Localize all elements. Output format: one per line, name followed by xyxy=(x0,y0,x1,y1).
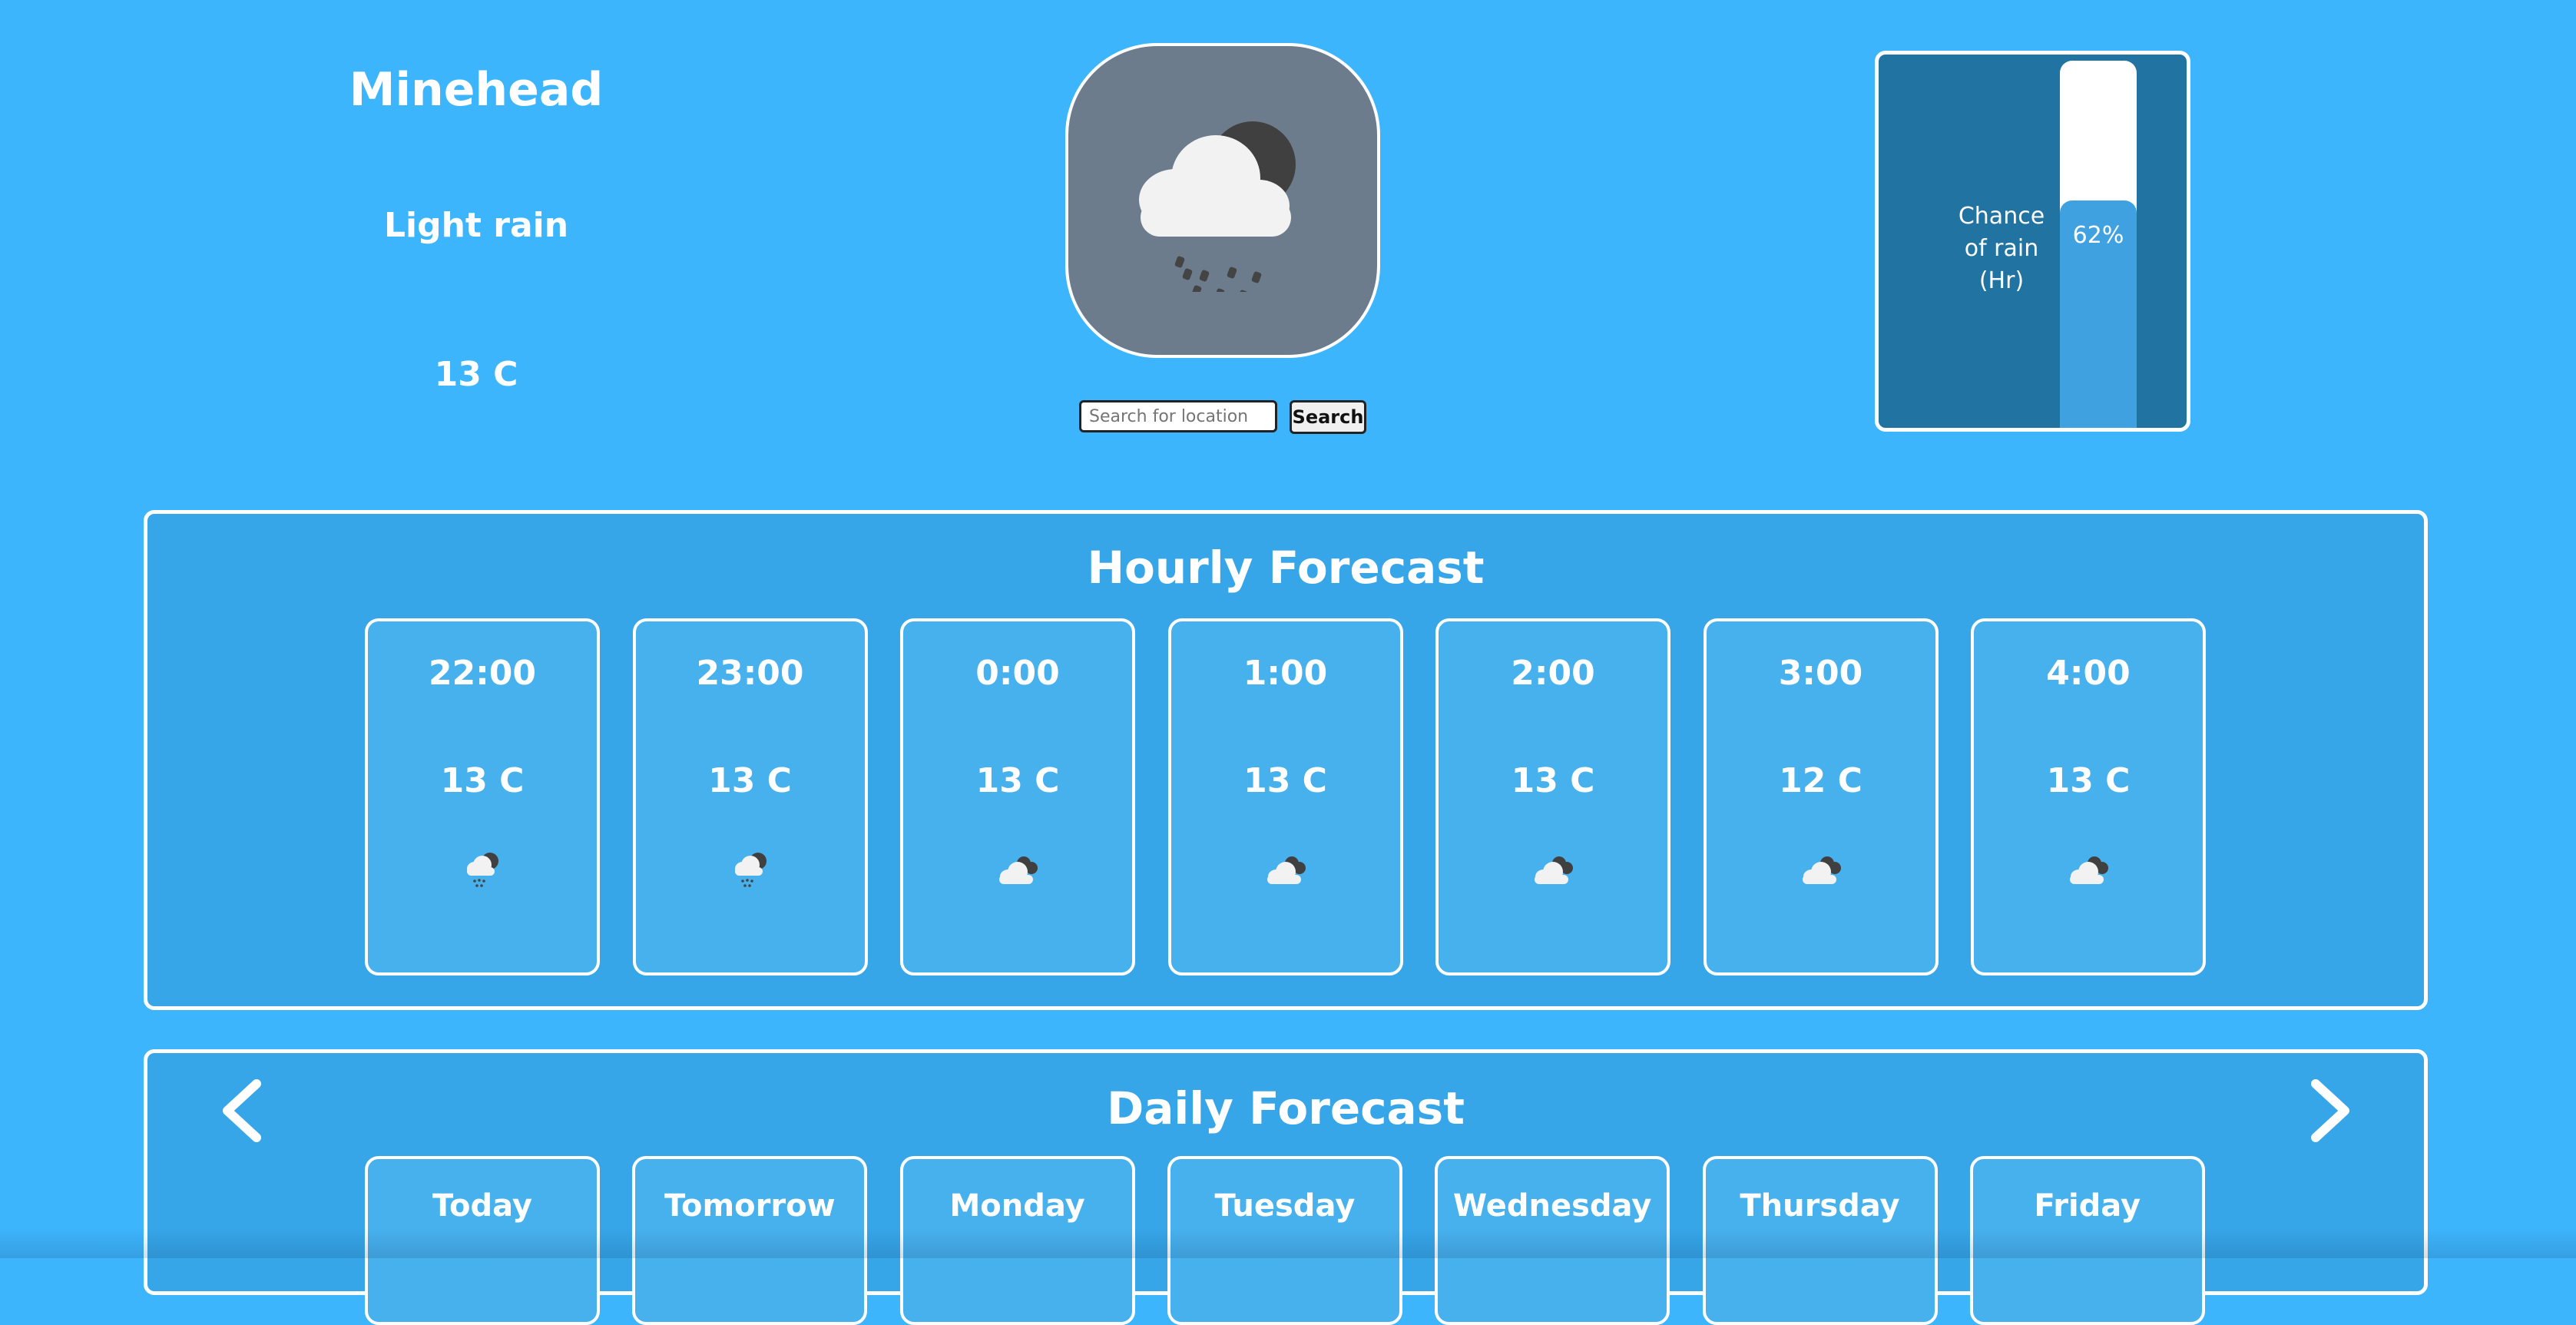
daily-forecast-title: Daily Forecast xyxy=(1107,1082,1465,1135)
cloud-moon-icon xyxy=(1535,856,1573,884)
daily-card[interactable]: Wednesday xyxy=(1435,1156,1670,1325)
rain-chance-value: 62% xyxy=(2072,221,2124,249)
daily-card[interactable]: Thursday xyxy=(1702,1156,1938,1325)
hourly-time: 2:00 xyxy=(1511,654,1595,693)
rain-chance-gauge: Chance of rain (Hr) 62% xyxy=(1875,51,2190,432)
hourly-temperature: 13 C xyxy=(708,761,792,800)
daily-day-name: Wednesday xyxy=(1453,1188,1652,1224)
hourly-time: 0:00 xyxy=(975,654,1060,693)
hourly-card: 3:00 12 C xyxy=(1703,618,1939,976)
hourly-temperature: 13 C xyxy=(2046,761,2131,800)
daily-day-name: Today xyxy=(432,1188,532,1224)
cloud-moon-icon xyxy=(1266,856,1306,884)
cloud-moon-icon xyxy=(2070,856,2108,884)
cloud-moon-rain-icon xyxy=(1139,121,1296,292)
search-input[interactable] xyxy=(1079,400,1277,432)
hourly-forecast-title: Hourly Forecast xyxy=(1087,542,1485,594)
daily-card[interactable]: Tomorrow xyxy=(632,1156,868,1325)
rain-chance-track: 62% xyxy=(2060,61,2137,428)
daily-card[interactable]: Monday xyxy=(899,1156,1135,1325)
cloud-moon-icon xyxy=(1802,856,1841,884)
hourly-card: 0:00 13 C xyxy=(900,618,1135,976)
hourly-card: 2:00 13 C xyxy=(1435,618,1670,976)
hourly-temperature: 13 C xyxy=(1511,761,1595,800)
daily-day-name: Tomorrow xyxy=(664,1188,836,1224)
rain-chance-fill: 62% xyxy=(2060,200,2137,428)
daily-day-name: Tuesday xyxy=(1214,1188,1356,1224)
hourly-time: 3:00 xyxy=(1778,654,1863,693)
daily-day-name: Monday xyxy=(949,1188,1085,1224)
hourly-time: 4:00 xyxy=(2046,654,2131,693)
hourly-card: 4:00 13 C xyxy=(1971,618,2206,976)
hourly-temperature: 13 C xyxy=(440,761,525,800)
cloud-moon-rain-icon xyxy=(734,853,767,887)
search-button[interactable]: Search xyxy=(1290,400,1366,434)
hourly-temperature: 12 C xyxy=(1779,761,1862,800)
daily-day-name: Friday xyxy=(2034,1188,2141,1224)
daily-card[interactable]: Tuesday xyxy=(1167,1156,1402,1325)
daily-card[interactable]: Friday xyxy=(1969,1156,2205,1325)
cloud-moon-icon xyxy=(999,856,1038,884)
hourly-time: 1:00 xyxy=(1243,654,1328,693)
hourly-time: 23:00 xyxy=(696,654,804,693)
hourly-card: 22:00 13 C xyxy=(365,618,600,976)
daily-forecast-panel: Daily Forecast Today Tomorrow Monday Tuesda… xyxy=(144,1049,2428,1325)
city-name: Minehead xyxy=(349,63,604,117)
hourly-card: 23:00 13 C xyxy=(632,618,868,976)
current-weather-icon-box xyxy=(1065,43,1380,358)
daily-card[interactable]: Today xyxy=(365,1156,600,1325)
rain-chance-label: Chance of rain (Hr) xyxy=(1958,203,2045,294)
hourly-temperature: 13 C xyxy=(1243,761,1327,800)
cloud-moon-rain-icon xyxy=(467,853,498,887)
current-temperature: 13 C xyxy=(434,355,518,394)
daily-day-name: Thursday xyxy=(1740,1188,1900,1224)
weather-condition: Light rain xyxy=(383,206,569,245)
hourly-temperature: 13 C xyxy=(975,761,1060,800)
hourly-time: 22:00 xyxy=(428,654,537,693)
hourly-card: 1:00 13 C xyxy=(1167,618,1403,976)
hourly-forecast-panel: Hourly Forecast 22:00 13 C 23:00 13 C 0:00 13… xyxy=(144,510,2428,1010)
chevron-right-icon[interactable] xyxy=(2294,1076,2363,1145)
